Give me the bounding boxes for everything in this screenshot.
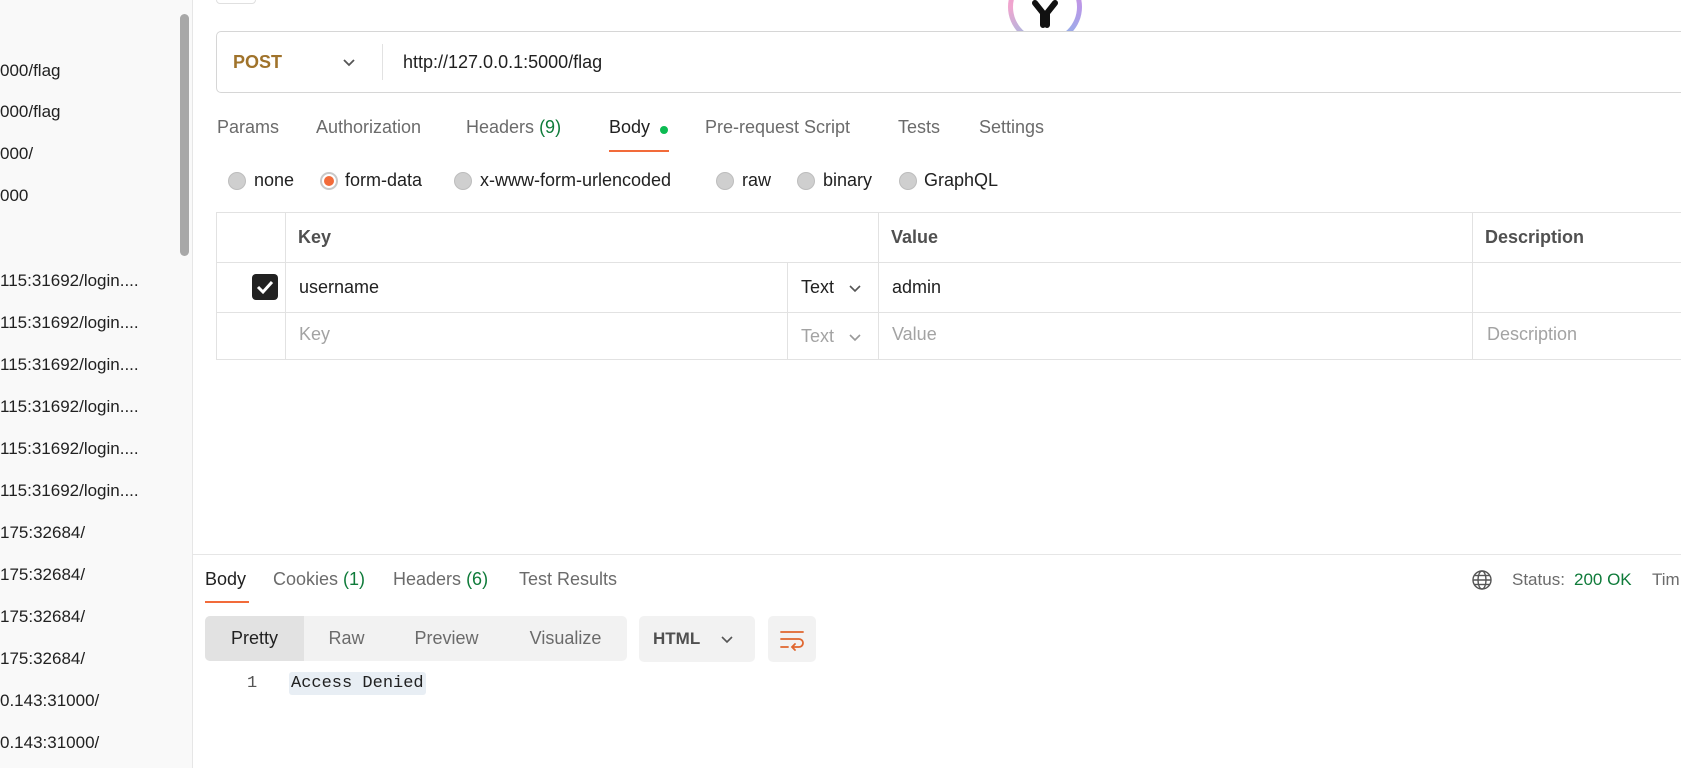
sidebar-item[interactable]: 115:31692/login.... bbox=[0, 355, 139, 375]
view-visualize[interactable]: Visualize bbox=[504, 616, 627, 661]
response-body-line[interactable]: Access Denied bbox=[289, 672, 426, 695]
param-value[interactable]: admin bbox=[892, 277, 941, 298]
radio-label-raw[interactable]: raw bbox=[742, 170, 771, 191]
response-tab-body[interactable]: Body bbox=[205, 569, 246, 590]
tab-pre-request-script[interactable]: Pre-request Script bbox=[705, 117, 850, 138]
radio-label-none[interactable]: none bbox=[254, 170, 294, 191]
response-tab-cookies-count: (1) bbox=[343, 569, 366, 589]
response-tab-headers-label: Headers bbox=[393, 569, 462, 589]
param-type-select[interactable]: Text bbox=[801, 277, 834, 298]
view-pretty[interactable]: Pretty bbox=[205, 616, 304, 661]
check-icon bbox=[256, 280, 274, 295]
table-divider bbox=[787, 262, 788, 360]
radio-form-data[interactable] bbox=[320, 172, 338, 190]
toolbar-button-fragment[interactable] bbox=[216, 0, 256, 4]
sidebar-item[interactable]: 115:31692/login.... bbox=[0, 271, 139, 291]
sidebar-item[interactable]: 115:31692/login.... bbox=[0, 439, 139, 459]
tab-headers-count: (9) bbox=[539, 117, 562, 137]
radio-label-x-www-form-urlencoded[interactable]: x-www-form-urlencoded bbox=[480, 170, 671, 191]
table-divider bbox=[285, 212, 286, 360]
radio-graphql[interactable] bbox=[899, 172, 917, 190]
radio-label-graphql[interactable]: GraphQL bbox=[924, 170, 998, 191]
response-tab-test-results[interactable]: Test Results bbox=[519, 569, 617, 590]
sidebar-scrollbar[interactable] bbox=[180, 14, 189, 256]
response-tab-cookies[interactable]: Cookies (1) bbox=[273, 569, 365, 590]
table-divider bbox=[878, 212, 879, 360]
tab-settings[interactable]: Settings bbox=[979, 117, 1044, 138]
tab-tests[interactable]: Tests bbox=[898, 117, 940, 138]
radio-none[interactable] bbox=[228, 172, 246, 190]
tab-headers-label: Headers bbox=[466, 117, 535, 137]
sidebar-item[interactable]: 000/flag bbox=[0, 102, 61, 122]
table-divider bbox=[216, 312, 1681, 313]
response-tab-cookies-label: Cookies bbox=[273, 569, 339, 589]
chevron-down-icon[interactable] bbox=[341, 54, 357, 70]
tab-params[interactable]: Params bbox=[217, 117, 279, 138]
view-preview[interactable]: Preview bbox=[389, 616, 504, 661]
radio-raw[interactable] bbox=[716, 172, 734, 190]
view-raw[interactable]: Raw bbox=[304, 616, 389, 661]
url-divider bbox=[382, 44, 383, 80]
chevron-down-icon[interactable] bbox=[848, 330, 862, 344]
response-active-underline bbox=[205, 601, 249, 603]
radio-label-binary[interactable]: binary bbox=[823, 170, 872, 191]
response-divider bbox=[192, 554, 1681, 555]
response-tab-headers[interactable]: Headers (6) bbox=[393, 569, 488, 590]
radio-x-www-form-urlencoded[interactable] bbox=[454, 172, 472, 190]
chevron-down-icon[interactable] bbox=[720, 632, 734, 646]
sidebar-item[interactable]: 175:32684/ bbox=[0, 565, 85, 585]
form-data-table bbox=[216, 212, 1681, 360]
new-type-select[interactable]: Text bbox=[801, 326, 834, 347]
column-header-description: Description bbox=[1485, 227, 1585, 247]
sidebar-item[interactable]: 115:31692/login.... bbox=[0, 397, 139, 417]
request-url-bar: POST http://127.0.0.1:5000/flag bbox=[216, 31, 1681, 93]
response-tab-headers-count: (6) bbox=[466, 569, 489, 589]
url-input[interactable]: http://127.0.0.1:5000/flag bbox=[403, 32, 602, 92]
sidebar-item[interactable]: 000/flag bbox=[0, 61, 61, 81]
wrap-lines-icon bbox=[780, 631, 804, 651]
active-tab-underline bbox=[609, 150, 669, 152]
time-label: Tim bbox=[1652, 570, 1680, 589]
sidebar-item[interactable]: 175:32684/ bbox=[0, 523, 85, 543]
tab-authorization[interactable]: Authorization bbox=[316, 117, 421, 138]
status-value[interactable]: 200 OK bbox=[1574, 570, 1632, 590]
sidebar-history: 000/flag 000/flag 000/ 000 115:31692/log… bbox=[0, 0, 193, 768]
body-modified-dot bbox=[660, 126, 668, 134]
new-description-input[interactable]: Description bbox=[1487, 324, 1577, 345]
status-label: Status: bbox=[1512, 570, 1565, 589]
chevron-down-icon[interactable] bbox=[848, 281, 862, 295]
row-enabled-checkbox[interactable] bbox=[252, 274, 278, 300]
sidebar-item[interactable]: 0.143:31000/ bbox=[0, 733, 99, 753]
table-divider bbox=[1472, 212, 1473, 360]
radio-label-form-data[interactable]: form-data bbox=[345, 170, 422, 191]
column-header-value: Value bbox=[891, 227, 939, 247]
tab-body[interactable]: Body bbox=[609, 117, 650, 138]
table-divider bbox=[216, 262, 1681, 263]
method-select[interactable]: POST bbox=[233, 32, 282, 92]
tab-headers[interactable]: Headers (9) bbox=[466, 117, 561, 138]
new-key-input[interactable]: Key bbox=[299, 324, 330, 345]
line-number: 1 bbox=[247, 674, 258, 693]
sidebar-item[interactable]: 000 bbox=[0, 186, 28, 206]
sidebar-item[interactable]: 175:32684/ bbox=[0, 607, 85, 627]
radio-binary[interactable] bbox=[797, 172, 815, 190]
sidebar-item[interactable]: 0.143:31000/ bbox=[0, 691, 99, 711]
sidebar-item[interactable]: 175:32684/ bbox=[0, 649, 85, 669]
globe-icon[interactable] bbox=[1471, 569, 1493, 591]
format-label[interactable]: HTML bbox=[653, 616, 700, 662]
new-value-input[interactable]: Value bbox=[892, 324, 937, 345]
param-key[interactable]: username bbox=[299, 277, 379, 298]
wrap-lines-button[interactable] bbox=[768, 616, 816, 662]
sidebar-item[interactable]: 000/ bbox=[0, 144, 33, 164]
sidebar-item[interactable]: 115:31692/login.... bbox=[0, 313, 139, 333]
sidebar-item[interactable]: 115:31692/login.... bbox=[0, 481, 139, 501]
column-header-key: Key bbox=[298, 227, 332, 247]
